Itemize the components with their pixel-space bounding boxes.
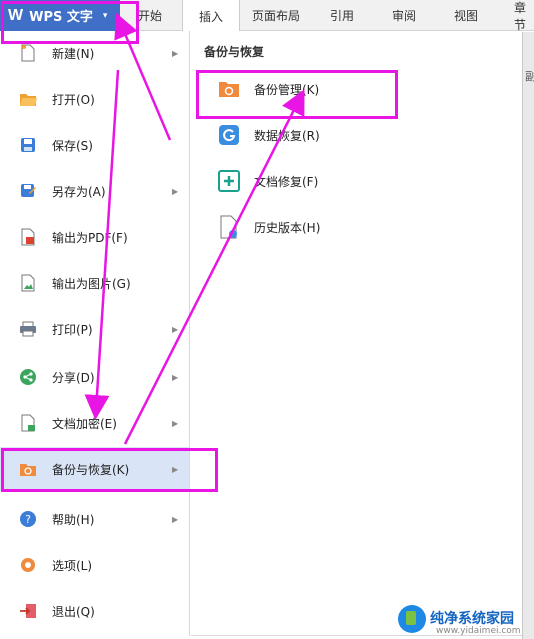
- submenu-item-label: 文档修复(F): [254, 174, 319, 189]
- menu-item-label: 文档加密(E): [52, 416, 117, 431]
- menu-item-label: 输出为图片(G): [52, 276, 131, 291]
- image-export-icon: [18, 273, 38, 293]
- tab-review[interactable]: 审阅: [374, 0, 434, 31]
- save-icon: [18, 135, 38, 155]
- menu-item-backup-restore[interactable]: 备份与恢复(K) ▶: [0, 447, 189, 491]
- wps-app-menu-button[interactable]: W WPS 文字 ▾: [0, 0, 120, 31]
- menu-item-export-image[interactable]: 输出为图片(G): [0, 261, 189, 305]
- site-watermark: 纯净系统家园 www.yidaimei.com: [398, 598, 534, 639]
- help-icon: ?: [18, 509, 38, 529]
- exit-icon: [18, 601, 38, 621]
- document-edge: 副: [522, 32, 534, 639]
- submenu-item-data-recovery[interactable]: 数据恢复(R): [201, 115, 501, 155]
- menu-item-encrypt[interactable]: 文档加密(E) ▶: [0, 401, 189, 445]
- menu-item-label: 选项(L): [52, 558, 93, 573]
- backup-restore-icon: [18, 459, 38, 479]
- svg-text:?: ?: [25, 513, 31, 526]
- menu-item-label: 打印(P): [52, 322, 93, 337]
- submenu-title: 备份与恢复: [204, 45, 265, 59]
- save-as-icon: [18, 181, 38, 201]
- submenu-item-label: 数据恢复(R): [254, 128, 320, 143]
- submenu-item-document-repair[interactable]: 文档修复(F): [201, 161, 501, 201]
- tab-view[interactable]: 视图: [436, 0, 496, 31]
- wps-logo-icon: W: [8, 6, 24, 24]
- menu-item-label: 打开(O): [52, 92, 95, 107]
- watermark-url: www.yidaimei.com: [436, 626, 521, 636]
- tab-page-layout[interactable]: 页面布局: [242, 0, 310, 31]
- printer-icon: [18, 319, 38, 339]
- chevron-right-icon: ▶: [172, 324, 179, 334]
- menu-item-print[interactable]: 打印(P) ▶: [0, 307, 189, 351]
- tab-references[interactable]: 引用: [312, 0, 372, 31]
- menu-item-share[interactable]: 分享(D) ▶: [0, 355, 189, 399]
- menu-item-exit[interactable]: 退出(Q): [0, 589, 189, 633]
- tab-home[interactable]: 开始: [120, 0, 180, 31]
- chevron-right-icon: ▶: [172, 464, 179, 474]
- submenu-item-label: 备份管理(K): [254, 82, 320, 97]
- menu-item-options[interactable]: 选项(L): [0, 543, 189, 587]
- watermark-title: 纯净系统家园: [430, 610, 514, 627]
- encrypt-document-icon: [18, 413, 38, 433]
- share-icon: [18, 367, 38, 387]
- menu-item-export-pdf[interactable]: 输出为PDF(F): [0, 215, 189, 259]
- menu-item-label: 另存为(A): [52, 184, 106, 199]
- chevron-right-icon: ▶: [172, 418, 179, 428]
- data-recovery-icon: [217, 123, 241, 147]
- backup-folder-icon: [217, 77, 241, 101]
- submenu-item-backup-manage[interactable]: 备份管理(K): [201, 69, 501, 109]
- watermark-logo-icon: [398, 604, 426, 633]
- menu-item-label: 保存(S): [52, 138, 93, 153]
- open-folder-icon: [18, 89, 38, 109]
- chevron-right-icon: ▶: [172, 48, 179, 58]
- chevron-right-icon: ▶: [172, 186, 179, 196]
- menu-item-label: 退出(Q): [52, 604, 95, 619]
- menu-item-help[interactable]: ? 帮助(H) ▶: [0, 497, 189, 541]
- menu-item-label: 帮助(H): [52, 512, 95, 527]
- menu-item-label: 输出为PDF(F): [52, 230, 128, 245]
- menu-item-label: 分享(D): [52, 370, 95, 385]
- pdf-export-icon: [18, 227, 38, 247]
- tab-chapter[interactable]: 章节: [498, 0, 534, 32]
- app-title: WPS 文字: [29, 10, 93, 25]
- ribbon-bar: W WPS 文字 ▾ 开始 插入 页面布局 引用 审阅 视图 章节: [0, 0, 534, 32]
- tab-insert[interactable]: 插入: [182, 0, 240, 32]
- menu-item-open[interactable]: 打开(O): [0, 77, 189, 121]
- menu-item-label: 备份与恢复(K): [52, 462, 130, 477]
- backup-restore-submenu: 备份与恢复 备份管理(K) 数据恢复(R) 文档修复(F) 历史版本(H): [191, 31, 522, 636]
- submenu-item-label: 历史版本(H): [254, 220, 321, 235]
- chevron-right-icon: ▶: [172, 372, 179, 382]
- menu-item-new[interactable]: 新建(N) ▶: [0, 31, 189, 75]
- document-edge-text: 副: [525, 70, 534, 83]
- new-document-icon: [18, 43, 38, 63]
- menu-item-save[interactable]: 保存(S): [0, 123, 189, 167]
- menu-item-label: 新建(N): [52, 46, 95, 61]
- file-menu: 新建(N) ▶ 打开(O) 保存(S) 另存为(A) ▶ 输出为PDF(F) 输…: [0, 31, 190, 636]
- chevron-right-icon: ▶: [172, 514, 179, 524]
- submenu-item-history-version[interactable]: 历史版本(H): [201, 207, 501, 247]
- history-version-icon: [217, 215, 241, 239]
- chevron-down-icon: ▾: [102, 10, 108, 21]
- menu-item-save-as[interactable]: 另存为(A) ▶: [0, 169, 189, 213]
- options-gear-icon: [18, 555, 38, 575]
- document-repair-icon: [217, 169, 241, 193]
